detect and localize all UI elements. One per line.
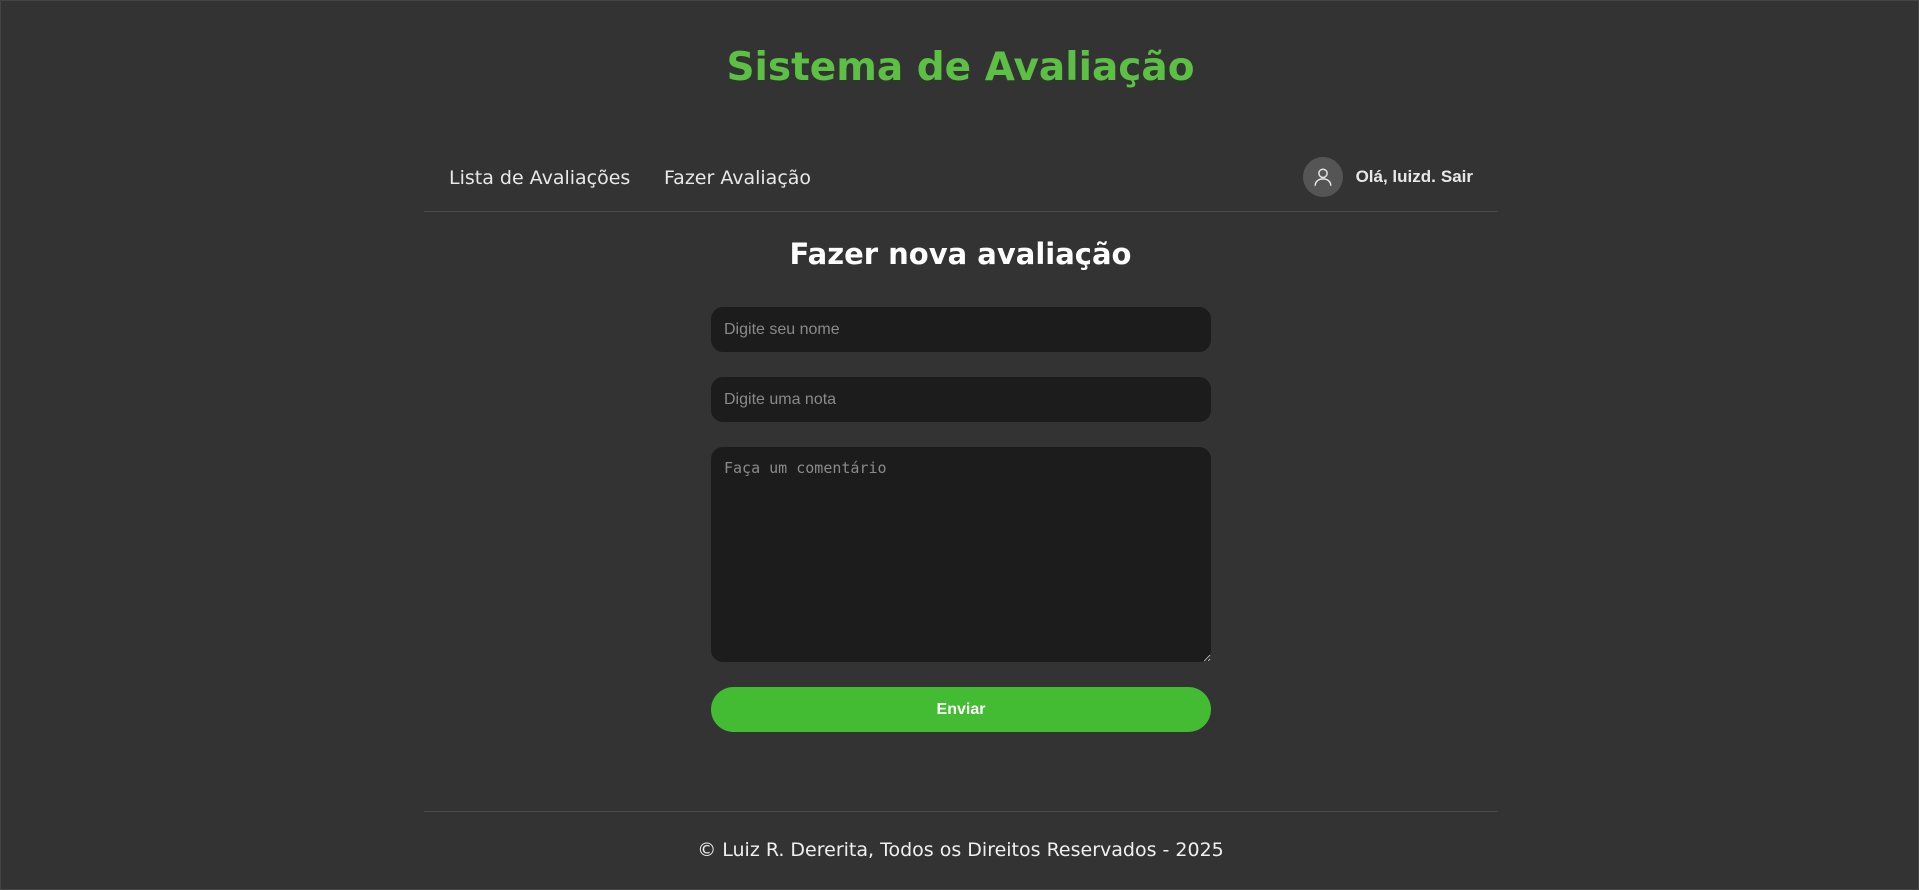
name-input[interactable]: [711, 307, 1211, 352]
comment-textarea[interactable]: [711, 447, 1211, 662]
user-area: Olá, luizd. Sair: [1302, 157, 1473, 197]
navbar: Lista de Avaliações Fazer Avaliação Olá,…: [424, 151, 1498, 212]
page-frame: Sistema de Avaliação Lista de Avaliações…: [0, 0, 1919, 890]
footer-divider: [424, 811, 1498, 812]
user-icon: [1302, 157, 1343, 197]
submit-button[interactable]: Enviar: [711, 687, 1211, 732]
logout-link[interactable]: Sair: [1441, 167, 1473, 187]
nav-link-lista-avaliacoes[interactable]: Lista de Avaliações: [449, 167, 630, 189]
form-title: Fazer nova avaliação: [789, 237, 1132, 271]
footer-copyright: © Luiz R. Dererita, Todos os Direitos Re…: [697, 839, 1224, 861]
user-greeting: Olá, luizd.: [1355, 167, 1436, 186]
site-title: Sistema de Avaliação: [726, 45, 1195, 90]
grade-input[interactable]: [711, 377, 1211, 422]
nav-link-fazer-avaliacao[interactable]: Fazer Avaliação: [664, 167, 811, 189]
